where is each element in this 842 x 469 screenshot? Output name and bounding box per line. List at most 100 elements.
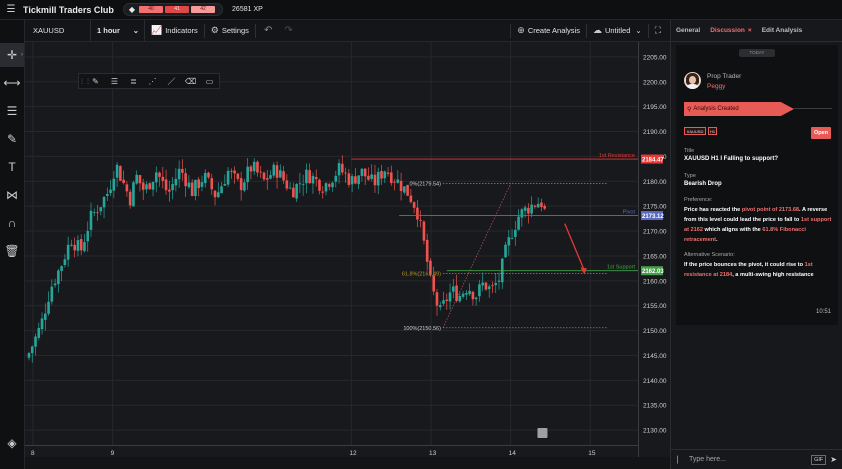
candle-body (376, 171, 380, 186)
candle-body (259, 171, 263, 173)
cloud-icon: ☁ (592, 25, 602, 35)
rectangle-icon[interactable]: ▭ (200, 74, 219, 88)
diamond-icon: ◆ (128, 5, 136, 14)
fib-levels-icon[interactable]: ≣ (124, 74, 143, 88)
crosshair-tool[interactable]: ✛ › (0, 43, 24, 67)
text-tool[interactable]: T (0, 155, 24, 179)
candle-body (50, 286, 54, 302)
drag-handle-icon[interactable]: ⋮⋮ (79, 78, 91, 85)
time-axis[interactable]: 8 9 12 13 14 15 (25, 445, 638, 457)
candle-body (63, 259, 67, 265)
candle-body (292, 187, 295, 198)
highlight-text: pivot point of 2173.68 (741, 207, 800, 213)
time-tick-label: 9 (111, 450, 115, 457)
open-button[interactable]: Open (811, 127, 831, 139)
time-tick-label: 12 (349, 450, 357, 457)
layout-selector[interactable]: ☁ Untitled ⌄ (587, 20, 648, 41)
fullscreen-button[interactable]: ⛶ (649, 20, 670, 41)
candle-body (171, 184, 174, 191)
channel-tool[interactable]: ☰ (0, 99, 24, 123)
interval-selector[interactable]: 1 hour ⌄ (91, 20, 145, 41)
candle-body (367, 175, 370, 180)
price-chart[interactable]: 0%(2179.54) 61.8%(2161.49) 100%(2150.56) 1s… (25, 42, 638, 457)
candle-body (184, 173, 187, 187)
candle-body (494, 282, 498, 286)
chevron-right-icon[interactable]: › (21, 52, 23, 58)
candle-body (540, 202, 543, 208)
create-analysis-button[interactable]: ⊕ Create Analysis (511, 20, 586, 41)
candle-body (288, 187, 292, 189)
price-tick-label: 2160.00 (643, 278, 667, 285)
candle-body (416, 207, 419, 220)
chevron-down-icon: ⌄ (635, 26, 642, 35)
candle-body (461, 293, 465, 297)
pattern-icon: ⋈ (6, 188, 18, 202)
tab-edit-analysis[interactable]: Edit Analysis (757, 20, 808, 41)
line-icon[interactable]: ／ (162, 74, 181, 88)
price-tick-label: 2130.00 (643, 428, 667, 435)
eraser-icon[interactable]: ⌫ (181, 74, 200, 88)
undo-icon[interactable]: ↶ (256, 25, 280, 36)
fib-icon[interactable]: ☰ (105, 74, 124, 88)
pattern-tool[interactable]: ⋈ (0, 183, 24, 207)
candle-body (239, 178, 243, 191)
brush-tool[interactable]: ✎ (0, 127, 24, 151)
settings-button[interactable]: ⚙ Settings (205, 20, 255, 41)
text-icon: T (8, 160, 16, 174)
layers-icon: ◈ (7, 436, 17, 450)
redo-icon[interactable]: ↷ (280, 25, 296, 36)
candle-body (363, 168, 367, 177)
price-tick-label: 2205.00 (643, 54, 667, 61)
send-icon[interactable]: ➤ (830, 455, 837, 464)
trash-tool[interactable]: 🗑 (0, 239, 24, 263)
create-analysis-label: Create Analysis (527, 26, 580, 35)
author-name[interactable]: Peggy (707, 83, 725, 90)
candle-body (151, 181, 155, 190)
indicators-button[interactable]: 📈 Indicators (145, 20, 204, 41)
chart-area[interactable]: 0%(2179.54) 61.8%(2161.49) 100%(2150.56) 1s… (25, 42, 638, 457)
pencil-icon[interactable]: ✎ (86, 74, 105, 88)
candle-body (102, 196, 106, 208)
fib-level-label: 100%(2150.56) (403, 326, 441, 332)
horizontal-line-tool[interactable]: ⟷ (0, 71, 24, 95)
tab-discussion[interactable]: Discussion × (705, 20, 756, 41)
candle-body (523, 207, 527, 211)
gif-button[interactable]: GIF (811, 454, 827, 465)
symbol-selector[interactable]: XAUUSD (25, 20, 91, 41)
close-icon[interactable]: × (748, 27, 752, 34)
path-icon[interactable]: ⋰ (143, 74, 162, 88)
candle-body (432, 275, 436, 292)
magnet-tool[interactable]: ∩ (0, 211, 24, 235)
price-axis[interactable]: 2205.002200.002195.002190.002185.002180.… (638, 42, 670, 457)
candle-body (344, 172, 347, 174)
xp-segment: 42 (191, 6, 216, 13)
avatar[interactable] (684, 72, 701, 89)
message-composer[interactable]: ⎸ Type here... GIF ➤ (671, 449, 842, 469)
candle-body (230, 170, 233, 172)
layers-tool[interactable]: ◈ (0, 431, 24, 455)
date-divider: TODAY (739, 49, 775, 57)
candle-body (216, 192, 220, 198)
time-tick-label: 8 (31, 450, 35, 457)
price-tick-label: 2180.00 (643, 179, 667, 186)
tab-general[interactable]: General (671, 20, 705, 41)
candle-body (158, 172, 161, 177)
candle-body (527, 207, 530, 214)
candle-body (27, 353, 31, 358)
fullscreen-icon: ⛶ (654, 25, 661, 35)
candle-body (341, 163, 344, 173)
xp-segment: 40 (139, 6, 164, 13)
candle-body (187, 182, 191, 188)
candle-body (83, 242, 86, 252)
xp-progress-pill[interactable]: ◆ 40 41 42 (122, 3, 224, 16)
status-text: Analysis Created (693, 106, 739, 112)
hamburger-icon[interactable]: ☰ (4, 4, 18, 15)
candle-body (520, 209, 524, 218)
candle-body (220, 186, 223, 194)
candle-body (135, 174, 138, 184)
candle-body (190, 182, 194, 197)
price-tick-label: 2165.00 (643, 253, 667, 260)
message-input[interactable]: Type here... (689, 456, 811, 463)
candle-body (161, 176, 165, 181)
drawing-toolbar: ⋮⋮ ✎ ☰ ≣ ⋰ ／ ⌫ ▭ (78, 73, 220, 89)
